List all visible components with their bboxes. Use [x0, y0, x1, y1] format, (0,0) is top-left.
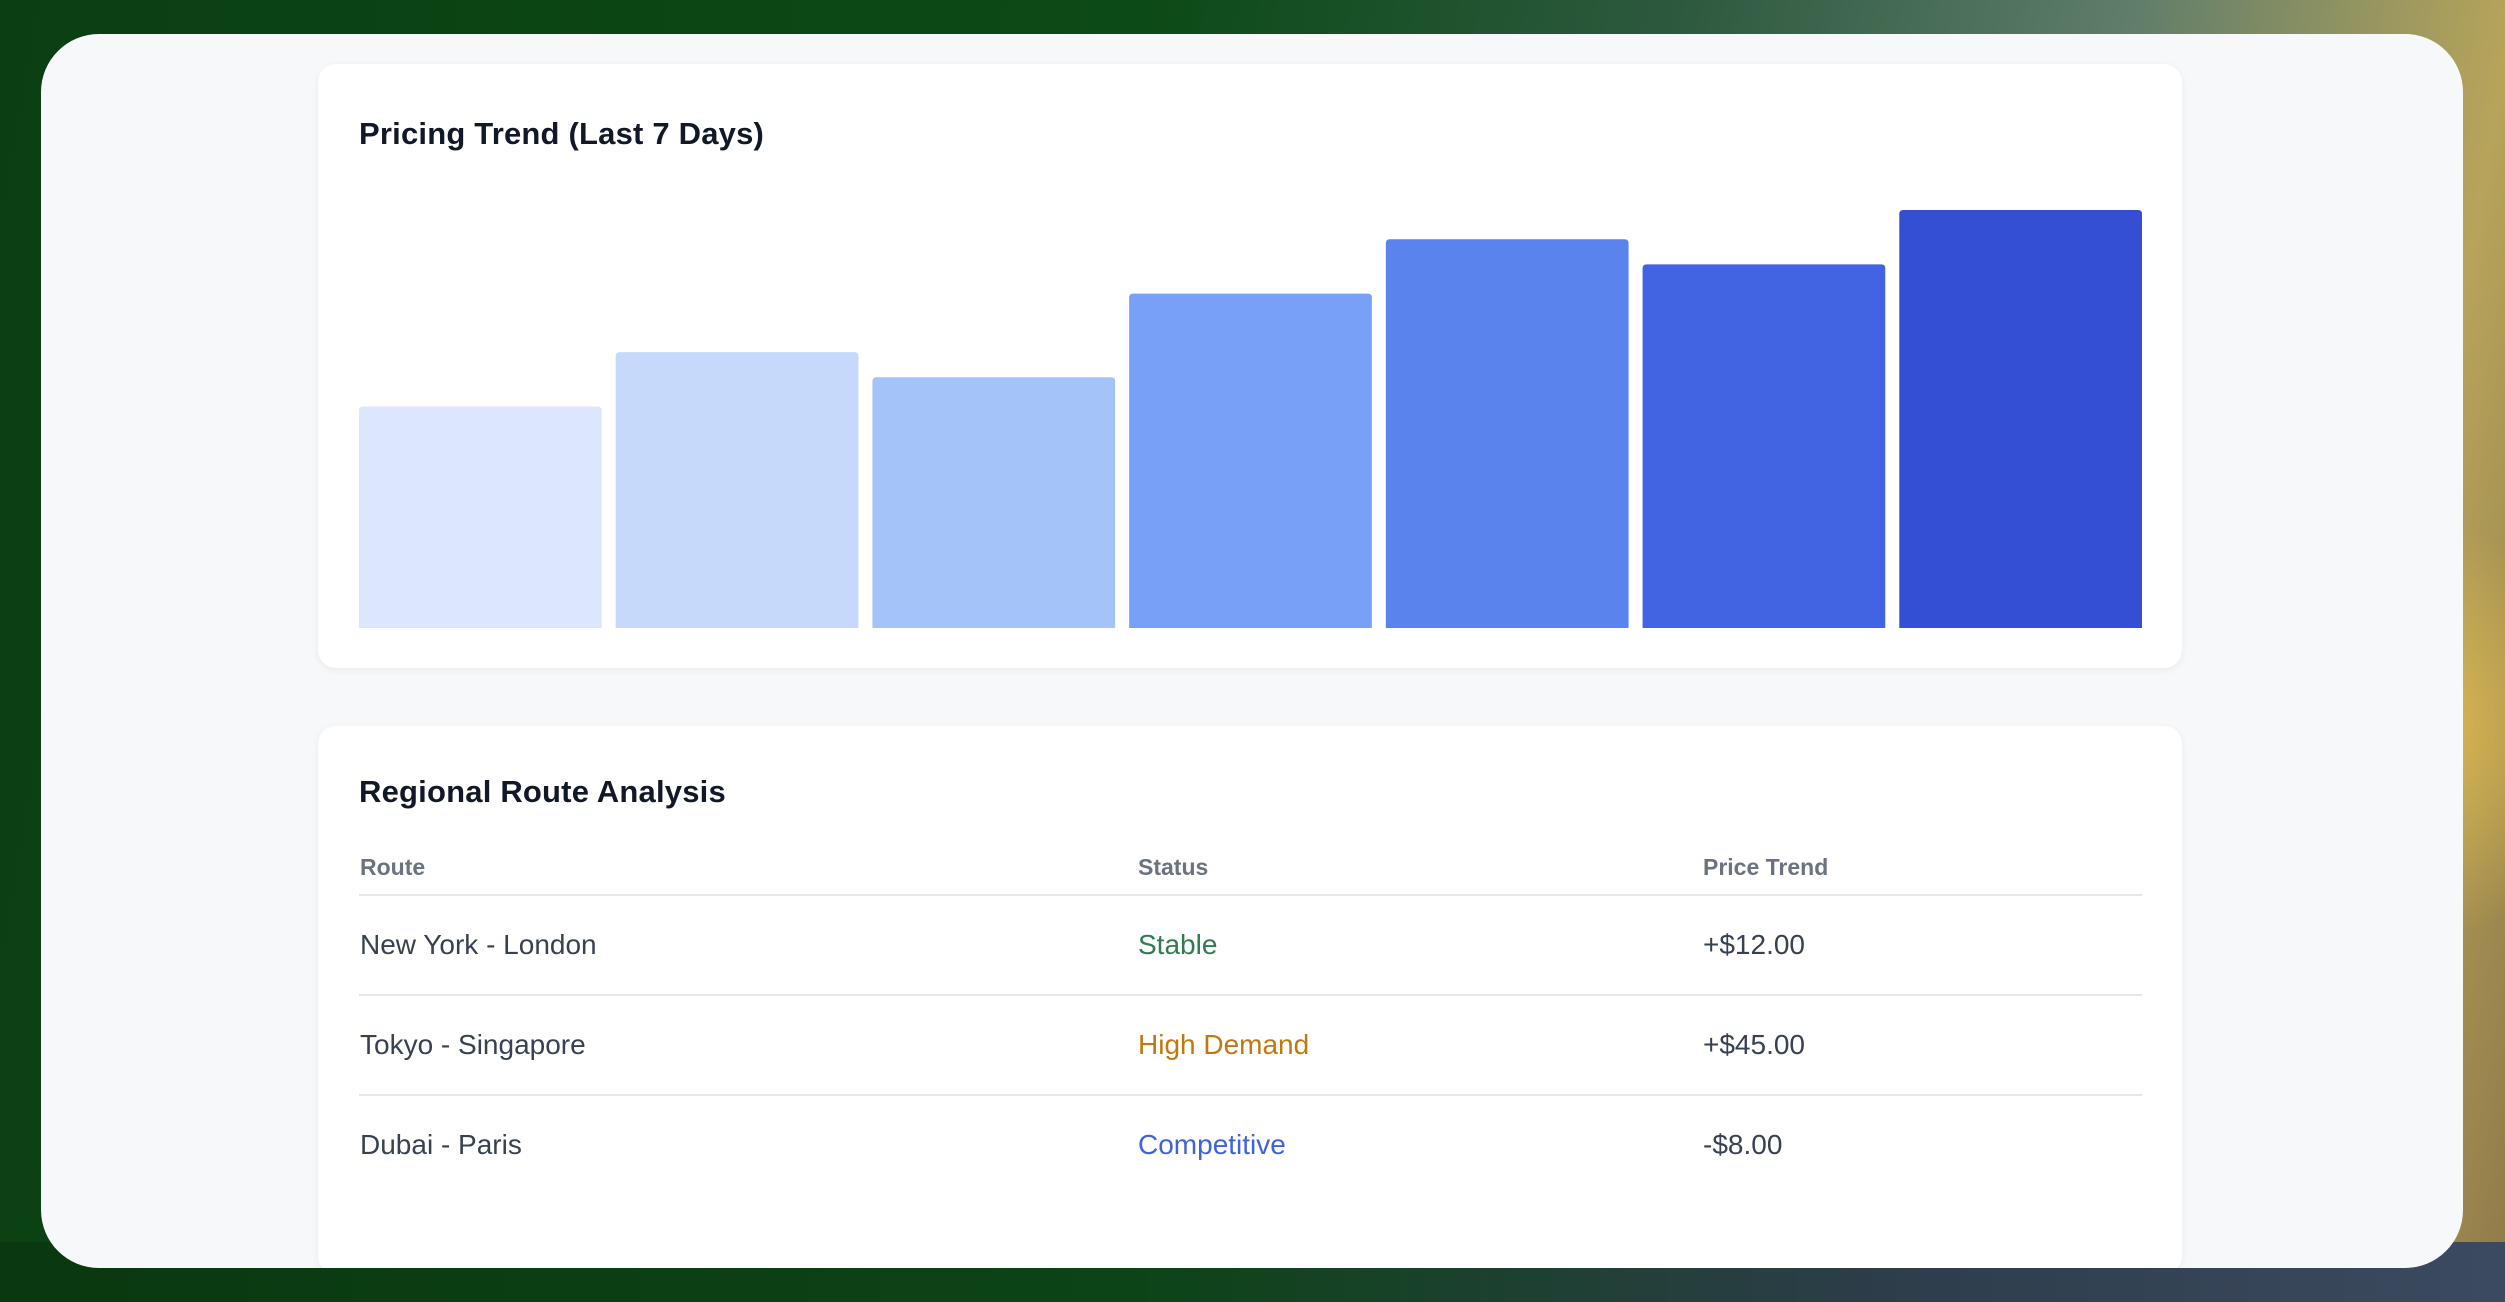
chart-bar: [1642, 264, 1886, 628]
chart-bar: [1899, 210, 2142, 628]
chart-bar: [1129, 293, 1372, 628]
chart-bar: [1385, 239, 1629, 628]
dashboard-panel: Pricing Trend (Last 7 Days) Regional Rou…: [41, 34, 2463, 1268]
chart-bar: [872, 377, 1116, 628]
column-header-status: Status: [1137, 840, 1702, 896]
route-table: Route Status Price Trend New York - Lond…: [359, 840, 2142, 1194]
status-cell: Stable: [1137, 895, 1702, 996]
price-trend-cell: +$45.00: [1702, 995, 2142, 1096]
column-header-price-trend: Price Trend: [1702, 840, 2142, 896]
price-trend-cell: +$12.00: [1702, 895, 2142, 996]
pricing-trend-chart: [359, 210, 2142, 628]
table-header-row: Route Status Price Trend: [359, 840, 2142, 896]
pricing-trend-card: Pricing Trend (Last 7 Days): [318, 64, 2182, 668]
status-cell: High Demand: [1137, 995, 1702, 1096]
chart-bar: [359, 406, 602, 628]
route-analysis-card: Regional Route Analysis Route Status Pri…: [318, 726, 2182, 1268]
route-cell: New York - London: [359, 895, 1137, 996]
route-cell: Dubai - Paris: [360, 1129, 522, 1160]
route-cell: Tokyo - Singapore: [359, 995, 1137, 1096]
column-header-route: Route: [359, 840, 1137, 896]
route-analysis-title: Regional Route Analysis: [359, 774, 726, 809]
table-row: Dubai - Paris Competitive -$8.00: [359, 1095, 2142, 1194]
status-cell: Competitive: [1138, 1129, 1286, 1160]
table-row: Tokyo - Singapore High Demand +$45.00: [359, 995, 2142, 1096]
table-row: New York - London Stable +$12.00: [359, 895, 2142, 996]
price-trend-cell: -$8.00: [1703, 1129, 1783, 1160]
chart-bar: [615, 352, 859, 628]
